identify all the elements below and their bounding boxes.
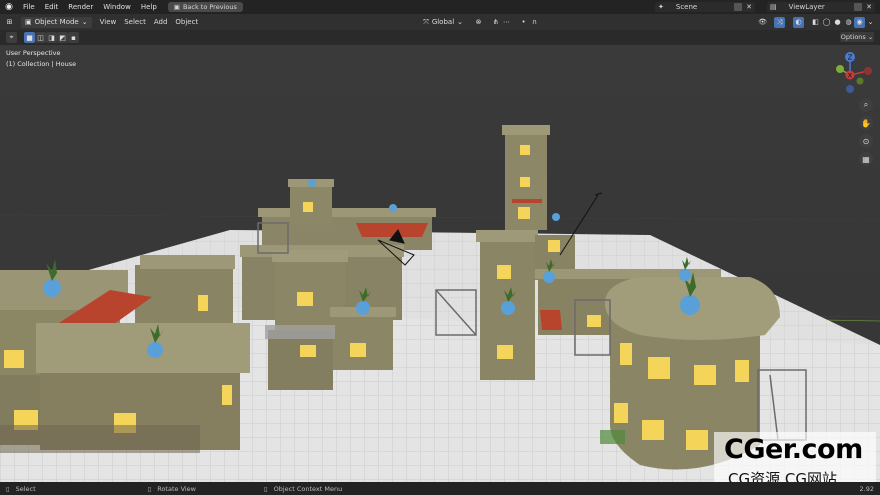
new-scene-icon[interactable]: [734, 3, 743, 11]
menu-render[interactable]: Render: [63, 0, 98, 14]
snap-icon[interactable]: ⋔: [490, 17, 501, 28]
mouse-left-icon: ▯: [6, 484, 10, 493]
z-axis-label: Z: [848, 54, 853, 62]
status-bar: ▯ Select ▯ Rotate View ▯ Object Context …: [0, 482, 880, 495]
overlay-toggle-icon[interactable]: ◐: [793, 16, 805, 28]
view-layer-selector[interactable]: ▤ ViewLayer ✕: [767, 2, 875, 12]
chevron-down-icon: ⌄: [81, 17, 88, 26]
main-menu: File Edit Render Window Help: [18, 0, 162, 14]
options-label: Options: [840, 33, 866, 41]
select-extend-mode-icon[interactable]: ◫: [35, 32, 46, 43]
transform-orientation-dropdown[interactable]: ⤧ Global ⌄: [419, 17, 467, 28]
scene-render: [0, 45, 880, 482]
chevron-down-icon: ⌄: [457, 17, 464, 26]
object-mode-icon: ▣: [25, 17, 32, 26]
menu-edit[interactable]: Edit: [40, 0, 64, 14]
orientation-icon: ⤧: [423, 17, 429, 26]
top-menu-bar: ◉ File Edit Render Window Help ▣ Back to…: [0, 0, 880, 14]
3d-viewport[interactable]: User Perspective (1) Collection | House …: [0, 45, 880, 482]
menu-window[interactable]: Window: [98, 0, 136, 14]
y-axis-icon[interactable]: [836, 65, 844, 73]
select-subtract-mode-icon[interactable]: ◨: [46, 32, 57, 43]
menu-add[interactable]: Add: [150, 17, 172, 28]
back-to-previous-label: Back to Previous: [182, 3, 237, 11]
object-mode-dropdown[interactable]: ▣ Object Mode ⌄: [21, 16, 92, 28]
camera-view-icon[interactable]: ⊙: [859, 134, 873, 148]
x-axis-label: X: [848, 72, 853, 80]
new-view-layer-icon[interactable]: [854, 3, 863, 11]
zoom-icon[interactable]: ⌕: [859, 98, 873, 112]
tool-settings-bar: ⌖ ■ ◫ ◨ ◩ ▪: [0, 30, 880, 45]
orientation-label: Global: [431, 17, 455, 26]
back-icon: ▣: [173, 3, 180, 11]
menu-file[interactable]: File: [18, 0, 40, 14]
wireframe-shading-icon[interactable]: ◯: [821, 17, 832, 28]
pivot-point-icon[interactable]: ⊗: [473, 17, 484, 28]
back-to-previous-button[interactable]: ▣ Back to Previous: [167, 2, 243, 12]
tower-building: [502, 125, 550, 230]
mouse-right-icon: ▯: [264, 484, 268, 493]
status-context-menu: Object Context Menu: [273, 484, 343, 493]
status-version: 2.92: [859, 484, 874, 493]
viewport-header: ⊞ ▣ Object Mode ⌄ View Select Add Object…: [0, 14, 880, 30]
snap-increment-icon[interactable]: ⋯: [501, 17, 512, 28]
scene-icon: ✦: [658, 3, 664, 11]
perspective-toggle-icon[interactable]: ▦: [859, 152, 873, 166]
mouse-middle-icon: ▯: [147, 484, 152, 493]
select-invert-mode-icon[interactable]: ◩: [57, 32, 68, 43]
gizmo-toggle-icon[interactable]: ⤨: [774, 16, 786, 28]
proportional-edit-icon[interactable]: •: [518, 17, 529, 28]
visibility-icon[interactable]: 👁: [757, 17, 768, 28]
scene-name: Scene: [675, 3, 698, 11]
neg-y-axis-icon[interactable]: [856, 77, 864, 85]
menu-view[interactable]: View: [96, 17, 121, 28]
menu-help[interactable]: Help: [136, 0, 162, 14]
blender-logo-icon[interactable]: ◉: [0, 0, 18, 14]
menu-object[interactable]: Object: [171, 17, 202, 28]
navigation-gizmo[interactable]: Z X: [826, 49, 876, 99]
left-building: [0, 255, 250, 453]
status-rotate: Rotate View: [157, 484, 196, 493]
neg-z-axis-icon[interactable]: [846, 85, 854, 93]
remove-scene-icon[interactable]: ✕: [746, 3, 752, 11]
material-shading-icon[interactable]: ◍: [843, 17, 854, 28]
chevron-down-icon: ⌄: [867, 33, 874, 41]
rendered-shading-icon[interactable]: ◉: [854, 16, 866, 28]
xray-toggle-icon[interactable]: ◧: [810, 17, 821, 28]
viewport-collection-label: (1) Collection | House: [6, 60, 77, 68]
view-layer-icon: ▤: [770, 3, 777, 11]
solid-shading-icon[interactable]: ●: [832, 17, 843, 28]
watermark: CGer.com CG资源 CG网站: [714, 432, 876, 482]
scene-selector[interactable]: ✦ Scene ✕: [655, 2, 755, 12]
object-mode-label: Object Mode: [34, 17, 79, 26]
status-select: Select: [15, 484, 36, 493]
viewport-perspective-label: User Perspective: [6, 49, 61, 57]
select-intersect-mode-icon[interactable]: ▪: [68, 32, 79, 43]
options-dropdown[interactable]: Options ⌄: [840, 32, 874, 42]
shading-options-icon[interactable]: ⌄: [865, 17, 876, 28]
view-layer-name: ViewLayer: [788, 3, 825, 11]
select-new-mode-icon[interactable]: ■: [24, 32, 35, 43]
pan-hand-icon[interactable]: ✋: [859, 116, 873, 130]
editor-type-icon[interactable]: ⊞: [4, 17, 15, 28]
watermark-main-text: CGer.com: [724, 434, 863, 465]
select-tool-icon[interactable]: ⌖: [6, 32, 17, 43]
neg-x-axis-icon[interactable]: [864, 67, 872, 75]
falloff-icon[interactable]: ∩: [529, 17, 540, 28]
remove-view-layer-icon[interactable]: ✕: [866, 3, 872, 11]
watermark-sub-text: CG资源 CG网站: [728, 470, 837, 482]
menu-select[interactable]: Select: [120, 17, 150, 28]
